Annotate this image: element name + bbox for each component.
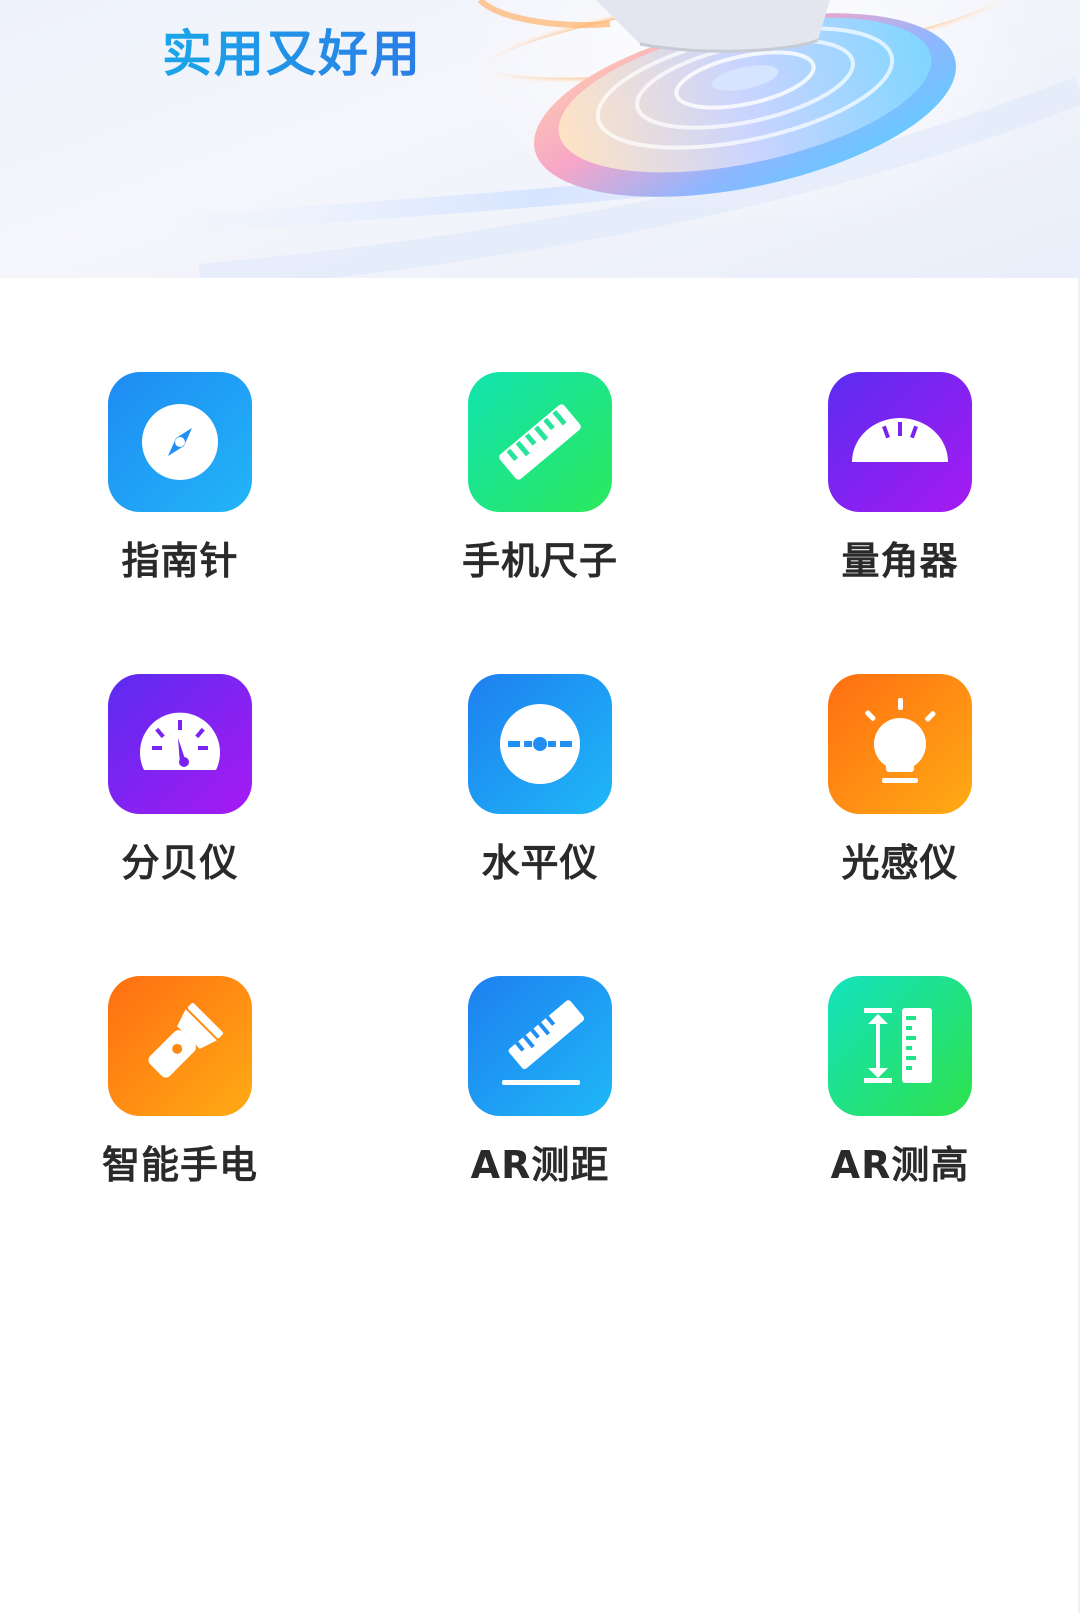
tool-label: 水平仪 [481, 841, 599, 885]
tool-label: 智能手电 [101, 1143, 258, 1187]
protractor-icon [828, 372, 972, 512]
tool-label: 量角器 [841, 539, 959, 583]
tool-label: 手机尺子 [461, 539, 618, 583]
level-icon [468, 674, 612, 814]
flashlight-icon [108, 976, 252, 1116]
ar-height-icon [828, 976, 972, 1116]
tool-label: 分贝仪 [121, 841, 239, 885]
tool-ar-height[interactable]: AR测高 [788, 976, 1008, 1196]
tool-label: 光感仪 [841, 841, 959, 885]
tool-light-sensor[interactable]: 光感仪 [788, 674, 1008, 894]
ruler-icon [468, 372, 612, 512]
decibel-meter-icon [108, 674, 252, 814]
banner-title: 实用又好用 [162, 14, 422, 86]
tool-compass[interactable]: 指南针 [68, 372, 288, 592]
compass-icon [108, 372, 252, 512]
tool-decibel-meter[interactable]: 分贝仪 [68, 674, 288, 894]
tool-protractor[interactable]: 量角器 [788, 372, 1008, 592]
ar-distance-icon [468, 976, 612, 1116]
tool-label: 指南针 [121, 539, 239, 583]
tool-label: AR测高 [830, 1143, 970, 1187]
tool-ar-distance[interactable]: AR测距 [428, 976, 648, 1196]
tool-label: AR测距 [470, 1143, 610, 1187]
tool-level[interactable]: 水平仪 [428, 674, 648, 894]
tool-ruler[interactable]: 手机尺子 [428, 372, 648, 592]
app-screen: 实用又好用 指南针 手机尺子 量角器 分贝仪 水平仪 光感仪 智能手电 AR测距… [0, 0, 1080, 1613]
promo-banner[interactable]: 实用又好用 [0, 0, 1080, 278]
tool-flashlight[interactable]: 智能手电 [68, 976, 288, 1196]
light-sensor-icon [828, 674, 972, 814]
